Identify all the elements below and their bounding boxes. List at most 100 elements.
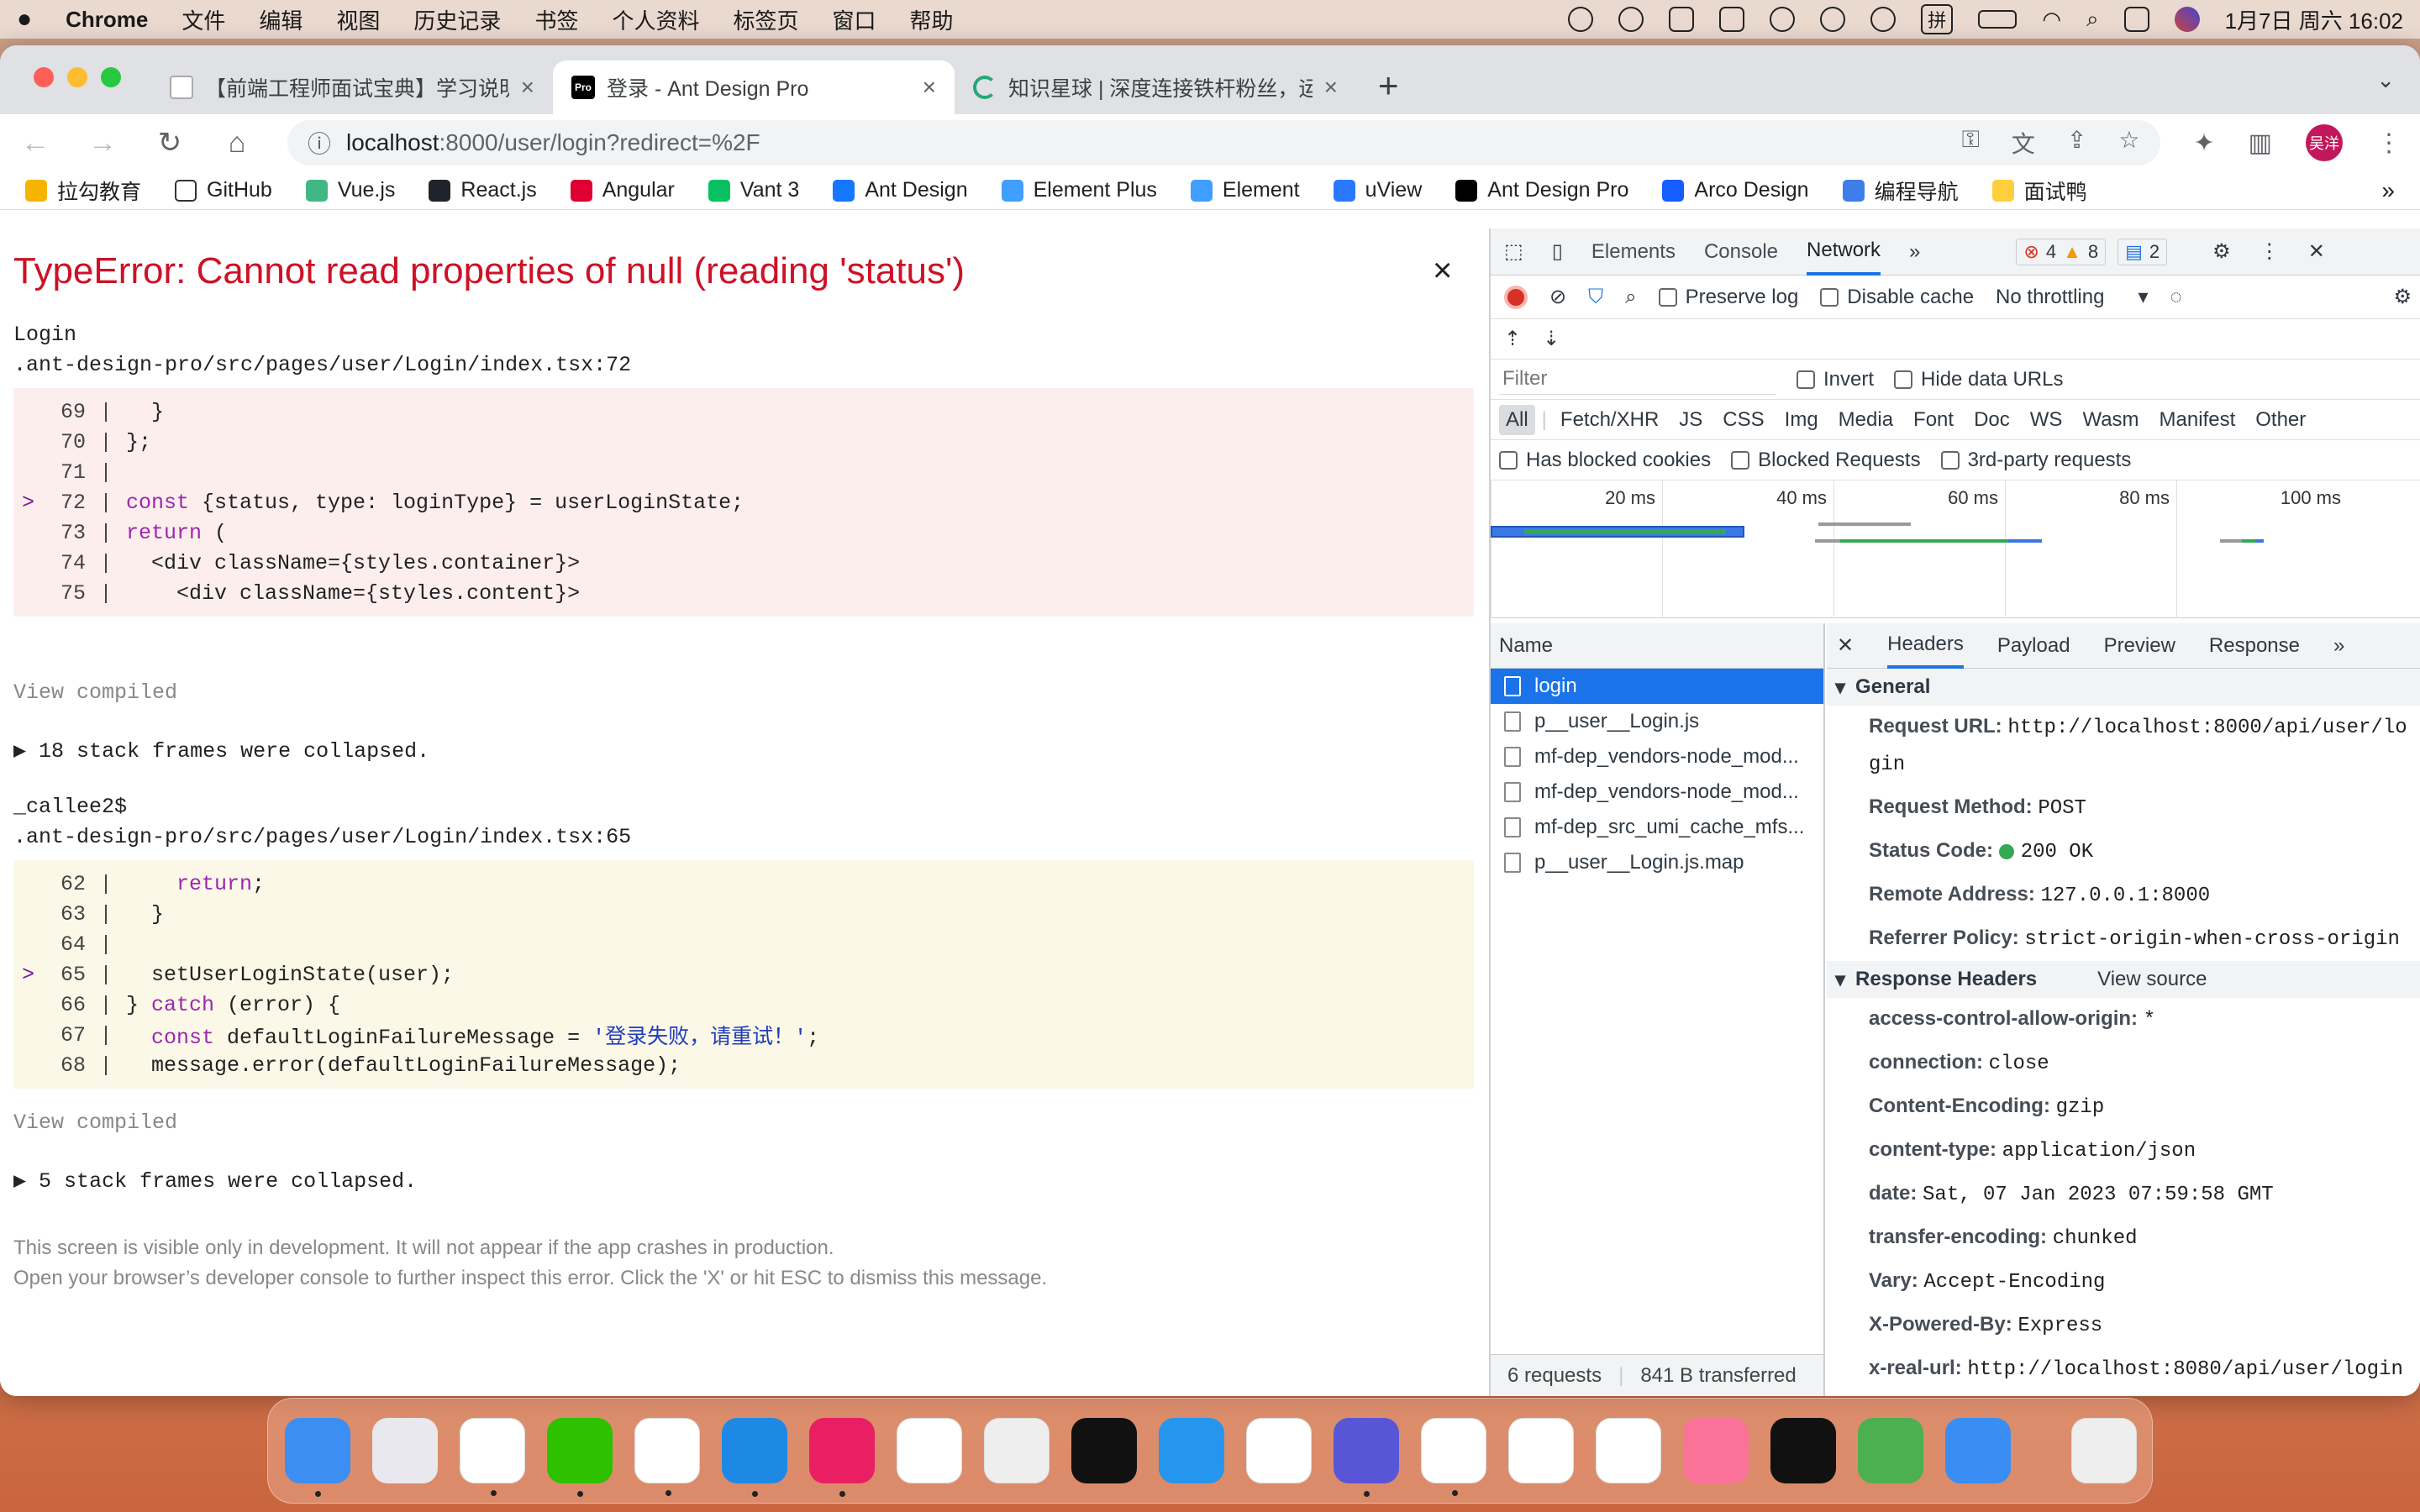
- battery-icon[interactable]: [1978, 10, 2018, 29]
- resource-type-media[interactable]: Media: [1832, 405, 1900, 435]
- douyin-icon[interactable]: [1770, 1418, 1836, 1483]
- bookmark-star-icon[interactable]: ☆: [2118, 126, 2139, 160]
- checkbox-box[interactable]: [1658, 287, 1677, 307]
- screen-icon[interactable]: [1334, 1418, 1399, 1497]
- menu-bookmarks[interactable]: 书签: [534, 4, 578, 35]
- mail-icon[interactable]: [1945, 1418, 2011, 1483]
- name-column-header[interactable]: Name: [1491, 623, 1823, 669]
- close-detail-icon[interactable]: ✕: [1837, 633, 1854, 658]
- forward-arrow-icon[interactable]: →: [86, 127, 119, 160]
- bookmark-item[interactable]: Ant Design: [833, 178, 968, 202]
- share-icon[interactable]: ⇪: [2067, 126, 2086, 160]
- search-icon[interactable]: ⌕: [1625, 286, 1636, 309]
- resource-type-font[interactable]: Font: [1907, 405, 1960, 435]
- baidu-netdisk-icon[interactable]: [1508, 1418, 1574, 1483]
- address-bar[interactable]: ⓘ localhost:8000/user/login?redirect=%2F…: [287, 120, 2160, 165]
- sync-icon[interactable]: [1618, 7, 1644, 32]
- reload-icon[interactable]: ↻: [153, 126, 187, 160]
- menu-file[interactable]: 文件: [182, 4, 225, 35]
- general-section-header[interactable]: ▾ General: [1827, 669, 2420, 706]
- control-center-icon[interactable]: [2123, 7, 2149, 32]
- menu-app-name[interactable]: Chrome: [66, 7, 148, 33]
- tab-elements[interactable]: Elements: [1591, 228, 1676, 276]
- filter-input[interactable]: Filter: [1499, 365, 1776, 395]
- devtools-menu-icon[interactable]: ⋮: [2260, 239, 2280, 264]
- filter-funnel-icon[interactable]: ⛉: [1588, 286, 1603, 309]
- network-settings-gear-icon[interactable]: ⚙: [2393, 285, 2412, 309]
- more-tabs-chevron-icon[interactable]: »: [2333, 634, 2344, 658]
- resource-type-manifest[interactable]: Manifest: [2153, 405, 2243, 435]
- menu-tabs[interactable]: 标签页: [733, 4, 798, 35]
- terminal-icon[interactable]: [1071, 1418, 1137, 1483]
- export-har-icon[interactable]: ⇣: [1543, 327, 1560, 351]
- menu-clock[interactable]: 1月7日 周六 16:02: [2225, 4, 2403, 35]
- network-overview-timeline[interactable]: 20 ms 40 ms 60 ms 80 ms 100 ms: [1491, 480, 2420, 618]
- home-icon[interactable]: ⌂: [220, 127, 254, 160]
- tab-headers[interactable]: Headers: [1887, 623, 1964, 669]
- tab-response[interactable]: Response: [2209, 634, 2300, 658]
- checkbox-box[interactable]: [1820, 287, 1839, 307]
- device-toolbar-icon[interactable]: ▯: [1552, 239, 1563, 264]
- wps-icon[interactable]: [1596, 1418, 1661, 1483]
- view-compiled-link[interactable]: View compiled: [13, 680, 177, 705]
- close-tab-icon[interactable]: ×: [1324, 74, 1338, 101]
- vscode-icon[interactable]: [897, 1418, 962, 1483]
- task-check-icon[interactable]: [1568, 7, 1594, 32]
- checkbox-box[interactable]: [1797, 370, 1815, 389]
- response-headers-section-header[interactable]: ▾ Response Headers View source: [1827, 961, 2420, 998]
- docker-icon[interactable]: [1159, 1418, 1224, 1483]
- view-compiled-link[interactable]: View compiled: [13, 1110, 177, 1135]
- request-row[interactable]: login: [1491, 669, 1823, 704]
- spotlight-search-icon[interactable]: ⌕: [2086, 6, 2099, 33]
- extensions-puzzle-icon[interactable]: ✦: [2194, 129, 2215, 158]
- translate-icon[interactable]: 文: [2012, 126, 2035, 160]
- bookmark-item[interactable]: Element: [1190, 178, 1300, 202]
- more-tabs-chevron-icon[interactable]: »: [1909, 240, 1920, 264]
- close-window-button[interactable]: [34, 67, 54, 87]
- bookmark-item[interactable]: Element Plus: [1001, 178, 1157, 202]
- resource-type-all[interactable]: All: [1499, 404, 1535, 435]
- bookmark-item[interactable]: 编程导航: [1842, 176, 1959, 206]
- menu-view[interactable]: 视图: [336, 4, 380, 35]
- issues-counter[interactable]: ⊗ 4 ▲ 8: [2016, 238, 2107, 265]
- resource-type-other[interactable]: Other: [2249, 405, 2312, 435]
- menu-profile[interactable]: 个人资料: [612, 4, 699, 35]
- tab-zsxq[interactable]: 知识星球 | 深度连接铁杆粉丝，运 ×: [955, 60, 1356, 114]
- throttling-select[interactable]: No throttling ▾: [1996, 285, 2148, 309]
- request-row[interactable]: mf-dep_vendors-node_mod...: [1491, 774, 1823, 810]
- bilibili-icon[interactable]: [1683, 1418, 1749, 1483]
- bookmark-item[interactable]: Ant Design Pro: [1455, 178, 1628, 202]
- checkbox-box[interactable]: [1499, 450, 1518, 470]
- network-conditions-icon[interactable]: ◌: [2170, 286, 2182, 309]
- tab-interview-guide[interactable]: 【前端工程师面试宝典】学习说明 ×: [151, 60, 553, 114]
- intellij-icon[interactable]: [809, 1418, 875, 1497]
- bookmark-item[interactable]: Angular: [570, 178, 675, 202]
- qq-icon[interactable]: [460, 1418, 525, 1496]
- third-party-checkbox[interactable]: 3rd-party requests: [1940, 449, 2131, 472]
- request-row[interactable]: p__user__Login.js: [1491, 704, 1823, 739]
- notification-bell-icon[interactable]: [1820, 7, 1846, 32]
- siri-icon[interactable]: [2174, 7, 2200, 32]
- resource-type-ws[interactable]: WS: [2023, 405, 2070, 435]
- new-tab-button[interactable]: +: [1378, 66, 1399, 106]
- bookmark-item[interactable]: Arco Design: [1662, 178, 1809, 202]
- close-tab-icon[interactable]: ×: [923, 74, 936, 101]
- trash-icon[interactable]: [2071, 1418, 2137, 1483]
- bookmark-item[interactable]: Vue.js: [305, 178, 395, 202]
- chrome-menu-icon[interactable]: ⋮: [2376, 129, 2402, 158]
- checkbox-box[interactable]: [1894, 370, 1913, 389]
- tab-login-ant-design-pro[interactable]: Pro 登录 - Ant Design Pro ×: [553, 60, 955, 114]
- bookmark-item[interactable]: uView: [1333, 178, 1422, 202]
- wechat-icon[interactable]: [547, 1418, 613, 1497]
- resource-type-doc[interactable]: Doc: [1967, 405, 2017, 435]
- collapsed-frames-toggle[interactable]: ▶ 5 stack frames were collapsed.: [13, 1168, 417, 1194]
- webstorm-icon[interactable]: [722, 1418, 787, 1497]
- bookmark-item[interactable]: Vant 3: [708, 178, 799, 202]
- side-panel-icon[interactable]: ▥: [2249, 129, 2272, 158]
- back-arrow-icon[interactable]: ←: [18, 127, 52, 160]
- checkbox-box[interactable]: [1731, 450, 1750, 470]
- close-overlay-icon[interactable]: ×: [1433, 252, 1452, 290]
- inspect-element-icon[interactable]: ⬚: [1504, 239, 1523, 264]
- bookmark-item[interactable]: 拉勾教育: [25, 176, 141, 206]
- iterm-chat-icon[interactable]: [984, 1418, 1050, 1483]
